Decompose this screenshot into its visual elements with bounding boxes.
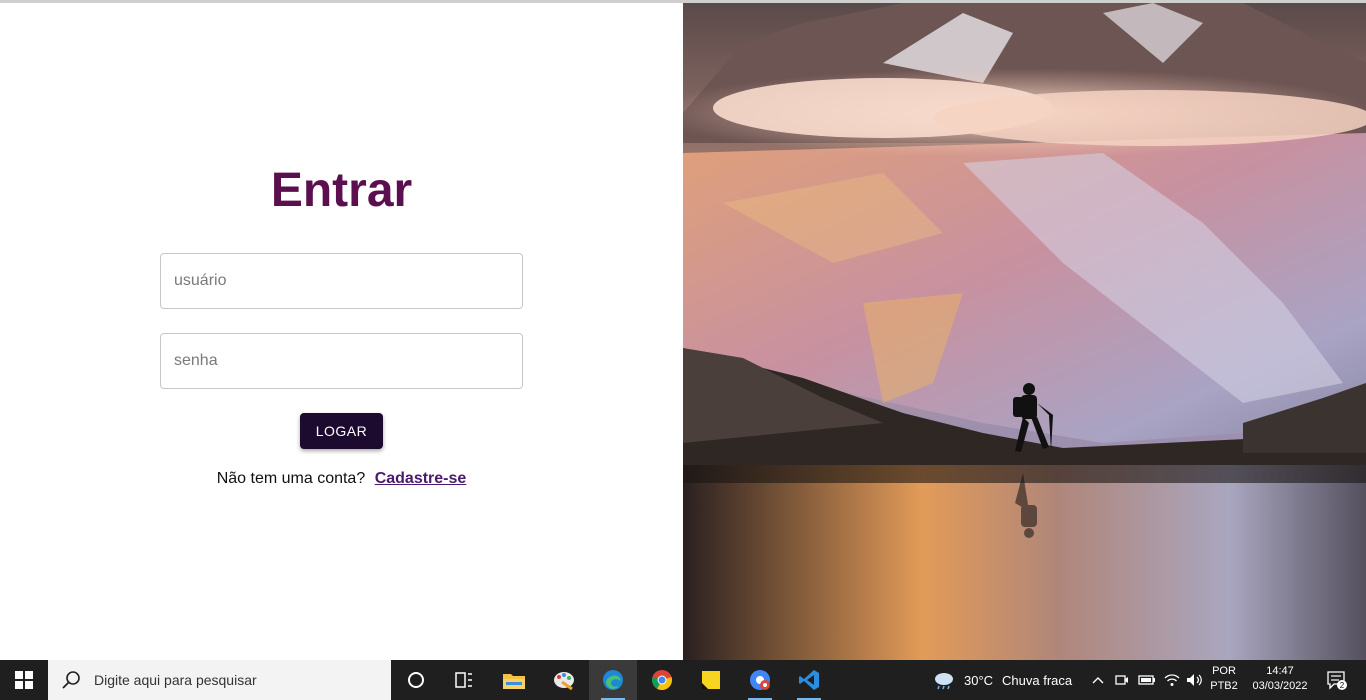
- chrome-button[interactable]: [638, 660, 686, 700]
- sticky-notes-icon: [702, 671, 720, 689]
- weather-widget[interactable]: 30°C Chuva fraca: [932, 660, 1082, 700]
- taskbar: Digite aqui para pesquisar 30°C Chuva fr…: [0, 660, 1366, 700]
- notification-count: 2: [1340, 681, 1345, 690]
- search-placeholder: Digite aqui para pesquisar: [94, 672, 257, 688]
- battery-icon: [1138, 675, 1155, 685]
- password-input[interactable]: [160, 333, 523, 389]
- vscode-icon: [799, 670, 819, 690]
- weather-condition: Chuva fraca: [1002, 672, 1073, 688]
- chevron-up-icon: [1092, 677, 1104, 684]
- keyboard-layout: PTB2: [1210, 680, 1238, 692]
- notifications-button[interactable]: 2: [1320, 660, 1354, 700]
- mountain-landscape-image: [683, 3, 1366, 660]
- chrome-app-button[interactable]: [736, 660, 784, 700]
- camera-icon: [1115, 675, 1128, 685]
- clock[interactable]: 14:47 03/03/2022: [1242, 664, 1318, 694]
- vscode-button[interactable]: [785, 660, 833, 700]
- signup-prompt: Não tem uma conta?: [216, 470, 366, 487]
- task-view-button[interactable]: [440, 660, 488, 700]
- clock-date: 03/03/2022: [1252, 680, 1308, 692]
- tray-overflow-button[interactable]: [1088, 660, 1108, 700]
- meet-now-button[interactable]: [1112, 660, 1132, 700]
- language-indicator[interactable]: POR PTB2: [1206, 664, 1242, 694]
- task-view-icon: [455, 672, 472, 688]
- wifi-icon: [1164, 674, 1180, 686]
- chrome-app-icon: [750, 670, 770, 690]
- clock-time: 14:47: [1266, 665, 1294, 677]
- login-button[interactable]: LOGAR: [300, 413, 383, 449]
- volume-button[interactable]: [1184, 660, 1206, 700]
- cortana-icon: [408, 672, 424, 688]
- language-code: POR: [1212, 665, 1236, 677]
- rain-cloud-icon: [935, 673, 953, 690]
- signup-link[interactable]: Cadastre-se: [375, 470, 467, 487]
- wifi-button[interactable]: [1161, 660, 1183, 700]
- chrome-icon: [652, 670, 672, 691]
- paint-icon: [554, 672, 574, 691]
- signup-row: Não tem uma conta? Cadastre-se: [0, 470, 683, 488]
- speaker-icon: [1187, 674, 1202, 686]
- sticky-notes-button[interactable]: [687, 660, 735, 700]
- battery-button[interactable]: [1136, 660, 1158, 700]
- paint-button[interactable]: [540, 660, 588, 700]
- page-title: Entrar: [270, 164, 413, 217]
- taskbar-search-box[interactable]: Digite aqui para pesquisar: [48, 660, 391, 700]
- notification-icon: 2: [1327, 671, 1347, 690]
- edge-icon: [603, 670, 623, 690]
- windows-logo-icon: [15, 671, 33, 689]
- start-button[interactable]: [0, 660, 48, 700]
- file-explorer-button[interactable]: [490, 660, 538, 700]
- edge-button[interactable]: [589, 660, 637, 700]
- username-input[interactable]: [160, 253, 523, 309]
- login-panel: Entrar LOGAR Não tem uma conta? Cadastre…: [0, 3, 683, 660]
- file-explorer-icon: [503, 674, 525, 689]
- hero-image: [683, 3, 1366, 660]
- search-icon: [62, 671, 80, 689]
- cortana-button[interactable]: [392, 660, 440, 700]
- weather-temperature: 30°C: [964, 672, 994, 688]
